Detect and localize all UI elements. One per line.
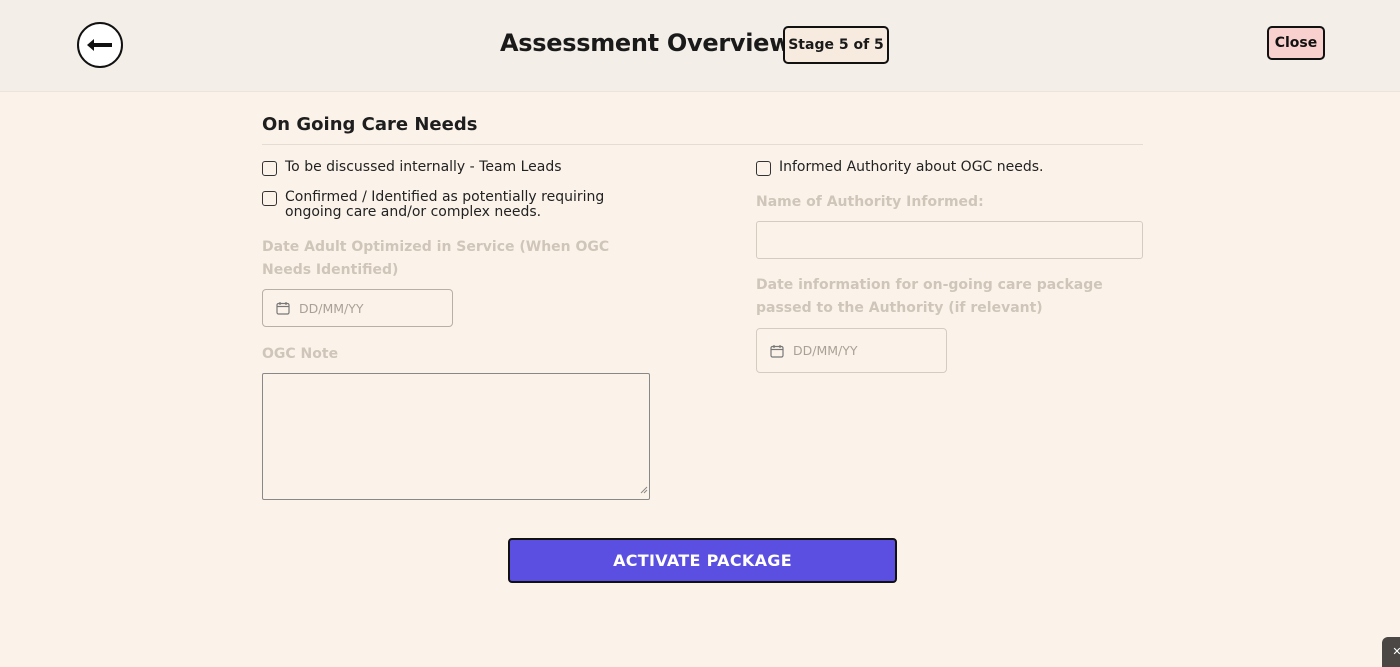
checkbox-box[interactable] (262, 191, 277, 206)
checkbox-discuss-internally[interactable]: To be discussed internally - Team Leads (262, 160, 662, 176)
close-icon: ✕ (1392, 645, 1400, 658)
calendar-icon (276, 301, 290, 315)
resize-grip-icon[interactable] (640, 479, 648, 498)
checkbox-informed-authority[interactable]: Informed Authority about OGC needs. (756, 160, 1136, 176)
date-passed-label: Date information for on-going care packa… (756, 277, 1103, 316)
close-button[interactable]: Close (1267, 26, 1325, 60)
section-divider (262, 144, 1143, 145)
stage-badge: Stage 5 of 5 (783, 26, 889, 64)
checkbox-label: To be discussed internally - Team Leads (285, 159, 562, 175)
authority-name-label: Name of Authority Informed: (756, 194, 984, 210)
checkbox-box[interactable] (756, 161, 771, 176)
date-passed-input[interactable]: DD/MM/YY (756, 328, 947, 373)
date-optimized-label: Date Adult Optimized in Service (When OG… (262, 239, 610, 278)
header: Assessment Overview Stage 5 of 5 Close (0, 0, 1400, 92)
ogc-note-label: OGC Note (262, 346, 339, 362)
calendar-icon (770, 344, 784, 358)
page-title: Assessment Overview (500, 29, 791, 57)
ogc-note-textarea[interactable] (262, 373, 650, 500)
checkbox-label: Informed Authority about OGC needs. (779, 159, 1044, 175)
date-placeholder: DD/MM/YY (299, 300, 364, 316)
back-button[interactable] (77, 22, 123, 68)
checkbox-label: Confirmed / Identified as potentially re… (285, 189, 605, 220)
arrow-left-icon (86, 38, 114, 52)
activate-package-button[interactable]: ACTIVATE PACKAGE (508, 538, 897, 583)
section-title: On Going Care Needs (262, 114, 478, 135)
corner-close-widget[interactable]: ✕ (1382, 637, 1400, 667)
checkbox-box[interactable] (262, 161, 277, 176)
date-optimized-input[interactable]: DD/MM/YY (262, 289, 453, 327)
authority-name-input[interactable] (756, 221, 1143, 259)
checkbox-confirmed-identified[interactable]: Confirmed / Identified as potentially re… (262, 190, 642, 220)
date-placeholder: DD/MM/YY (793, 343, 858, 358)
